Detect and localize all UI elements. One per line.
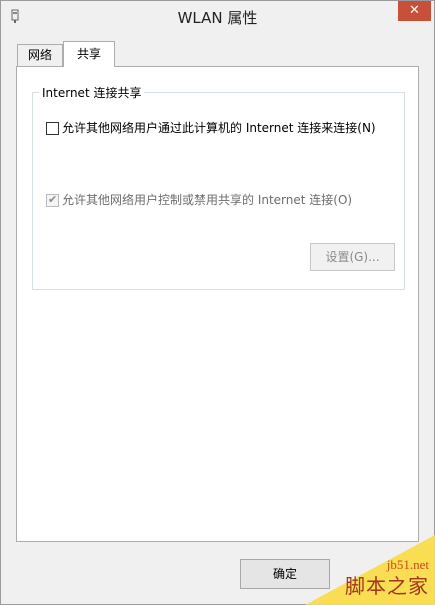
allow-control-checkbox[interactable]: ✔ — [46, 193, 59, 207]
window-title: WLAN 属性 — [177, 9, 258, 27]
group-label: Internet 连接共享 — [39, 84, 145, 101]
title-bar: WLAN 属性 ✕ — [1, 1, 434, 32]
settings-button[interactable]: 设置(G)... — [310, 243, 395, 271]
allow-control-label[interactable]: 允许其他网络用户控制或禁用共享的 Internet 连接(O) — [62, 192, 352, 208]
close-icon: ✕ — [409, 3, 420, 18]
site-watermark: jb51.net 脚本之家 — [290, 535, 435, 605]
close-button[interactable]: ✕ — [398, 1, 431, 21]
allow-share-label[interactable]: 允许其他网络用户通过此计算机的 Internet 连接来连接(N) — [62, 120, 376, 136]
checkmark-icon: ✔ — [48, 193, 58, 206]
allow-share-checkbox[interactable] — [46, 122, 59, 135]
sharing-panel: Internet 连接共享 允许其他网络用户通过此计算机的 Internet 连… — [16, 66, 419, 542]
internet-sharing-group: Internet 连接共享 允许其他网络用户通过此计算机的 Internet 连… — [32, 84, 405, 290]
tab-network[interactable]: 网络 — [17, 44, 63, 66]
tab-sharing[interactable]: 共享 — [63, 41, 115, 67]
watermark-name: 脚本之家 — [345, 574, 429, 598]
wlan-properties-dialog: WLAN 属性 ✕ 网络 共享 Internet 连接共享 允许其他网络用户通过… — [0, 0, 435, 605]
